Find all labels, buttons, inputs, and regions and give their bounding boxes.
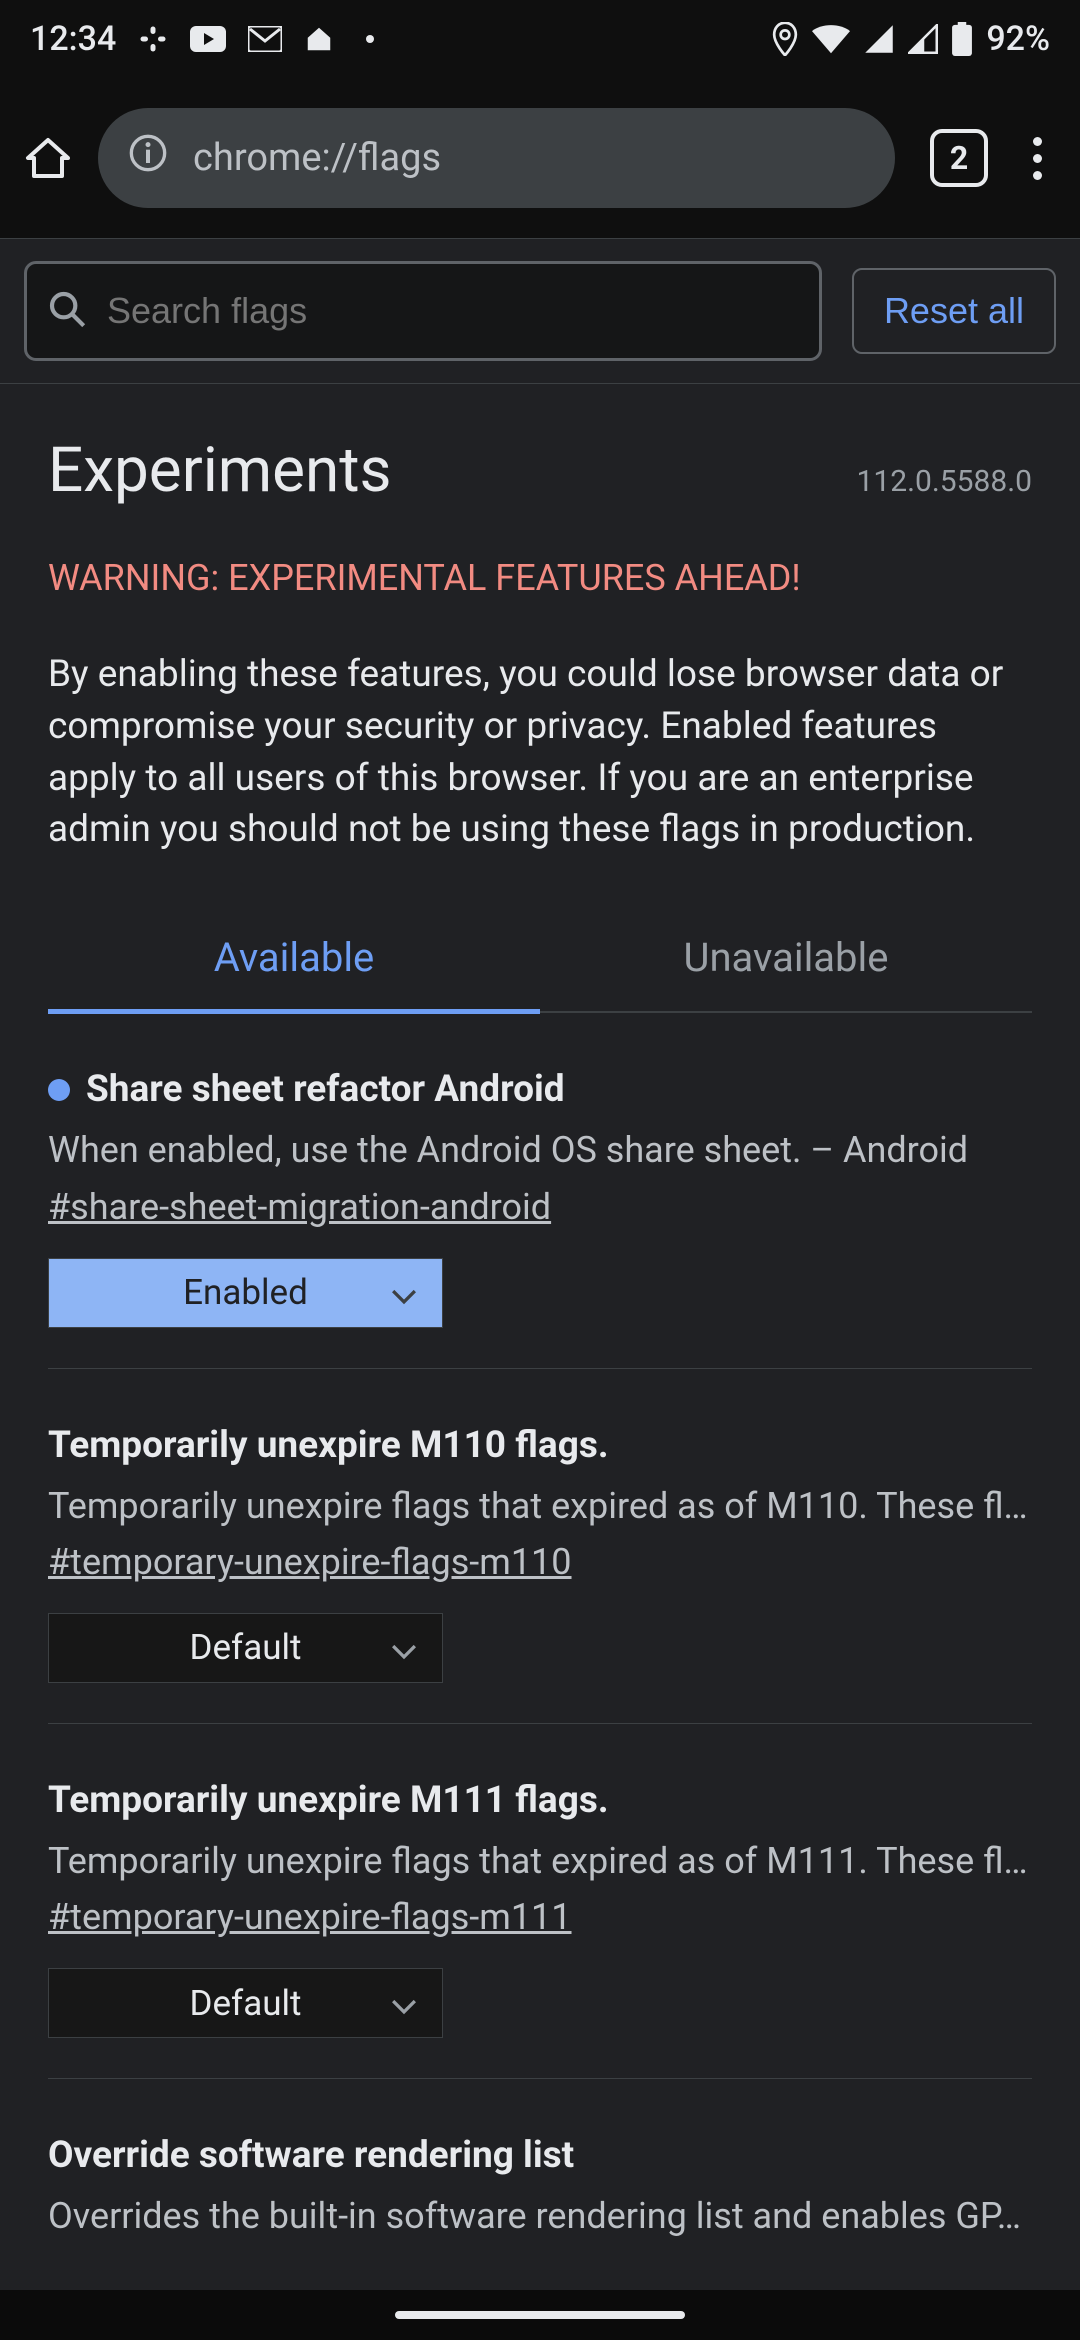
youtube-icon [190,26,226,52]
address-bar[interactable]: chrome://flags [98,108,895,208]
flag-title: Temporarily unexpire M111 flags. [48,1779,1032,1822]
flag-anchor-link[interactable]: #temporary-unexpire-flags-m111 [48,1896,572,1938]
flag-description: Overrides the built-in software renderin… [48,2191,1032,2241]
tabs: Available Unavailable [48,906,1032,1013]
info-icon [128,133,168,183]
slack-icon [138,24,168,54]
page-title: Experiments [48,434,392,507]
overflow-menu-button[interactable] [1023,127,1062,190]
tab-unavailable[interactable]: Unavailable [540,906,1032,1011]
status-bar: 12:34 92% [0,0,1080,78]
flag-select[interactable]: Default [48,1613,443,1683]
flag-description: Temporarily unexpire flags that expired … [48,1836,1032,1886]
search-box[interactable] [24,261,822,361]
chevron-down-icon [391,1983,417,2024]
flag-title: Temporarily unexpire M110 flags. [48,1424,1032,1467]
battery-icon [952,22,972,56]
flag-item: Share sheet refactor Android When enable… [48,1013,1032,1368]
flag-item: Temporarily unexpire M110 flags. Tempora… [48,1369,1032,1724]
dot-icon [366,35,374,43]
warning-text: WARNING: EXPERIMENTAL FEATURES AHEAD! [0,537,1080,629]
search-input[interactable] [107,290,799,332]
status-left: 12:34 [30,19,374,59]
flag-title: Override software rendering list [48,2134,1032,2177]
clock: 12:34 [30,19,116,59]
flags-list: Share sheet refactor Android When enable… [0,1013,1080,2242]
nav-pill[interactable] [395,2311,685,2319]
signal-icon-1 [864,24,894,54]
description-text: By enabling these features, you could lo… [0,629,1080,906]
flag-item: Override software rendering list Overrid… [48,2079,1032,2241]
modified-dot-icon [48,1079,70,1101]
flag-description: When enabled, use the Android OS share s… [48,1125,1032,1175]
tabs-button[interactable]: 2 [930,129,988,187]
version-label: 112.0.5588.0 [857,464,1032,499]
flag-item: Temporarily unexpire M111 flags. Tempora… [48,1724,1032,2079]
chevron-down-icon [391,1272,417,1313]
page-content: Reset all Experiments 112.0.5588.0 WARNI… [0,238,1080,2242]
flag-select[interactable]: Enabled [48,1258,443,1328]
status-right: 92% [772,19,1050,59]
wifi-icon [812,24,850,54]
signal-icon-2 [908,24,938,54]
battery-percent: 92% [986,19,1050,59]
chevron-down-icon [391,1627,417,1668]
url-text: chrome://flags [193,136,441,180]
flag-title: Share sheet refactor Android [48,1068,1032,1111]
experiments-header: Experiments 112.0.5588.0 [0,384,1080,537]
flag-anchor-link[interactable]: #share-sheet-migration-android [48,1186,551,1228]
tab-available[interactable]: Available [48,906,540,1014]
browser-toolbar: chrome://flags 2 [0,78,1080,238]
home-status-icon [304,24,334,54]
reset-all-button[interactable]: Reset all [852,268,1056,354]
search-icon [47,289,87,333]
nav-bar [0,2290,1080,2340]
home-button[interactable] [18,128,78,188]
search-row: Reset all [0,239,1080,384]
mail-icon [248,26,282,52]
location-icon [772,22,798,56]
flag-anchor-link[interactable]: #temporary-unexpire-flags-m110 [48,1541,572,1583]
flag-select[interactable]: Default [48,1968,443,2038]
flag-description: Temporarily unexpire flags that expired … [48,1481,1032,1531]
